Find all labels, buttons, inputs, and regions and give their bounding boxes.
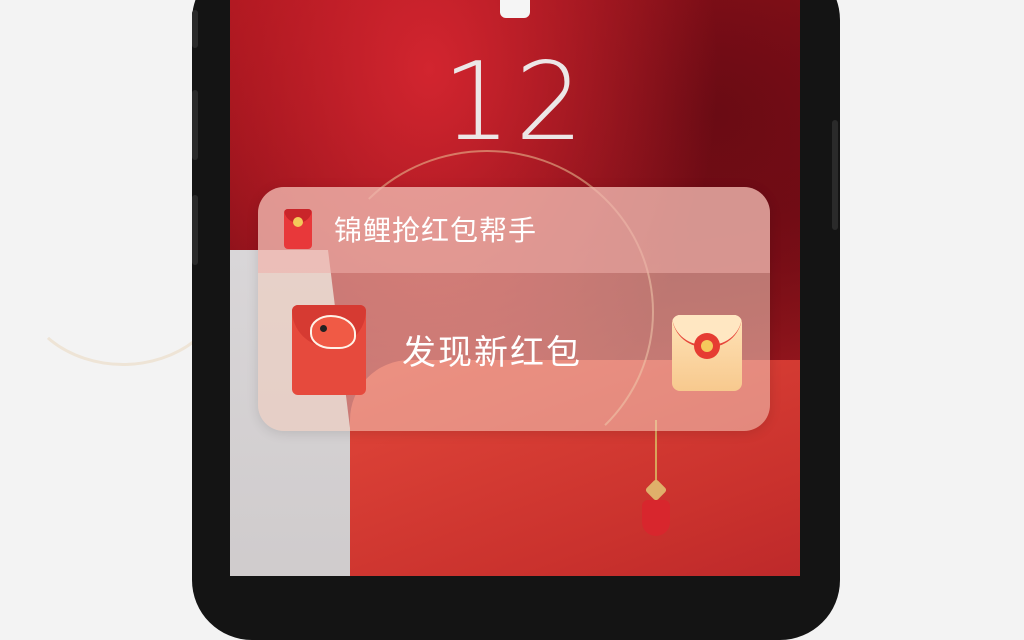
lockscreen-time: 12 [442, 40, 588, 165]
notification-app-name: 锦鲤抢红包帮手 [334, 214, 538, 247]
notch [500, 0, 530, 18]
red-envelope-icon [284, 209, 312, 249]
tassel-icon [642, 500, 670, 536]
koi-red-envelope-icon [292, 305, 366, 395]
volume-down-button [192, 195, 198, 265]
notification-header: 锦鲤抢红包帮手 [258, 187, 770, 273]
notification-message: 发现新红包 [402, 333, 582, 373]
volume-up-button [192, 10, 198, 48]
power-button [832, 120, 838, 230]
volume-up-button-2 [192, 90, 198, 160]
gold-red-envelope-icon [672, 315, 742, 391]
lock-screen: 12 锦鲤抢红包帮手 发现新红包 [230, 0, 800, 576]
notification-banner[interactable]: 锦鲤抢红包帮手 发现新红包 [258, 187, 770, 431]
